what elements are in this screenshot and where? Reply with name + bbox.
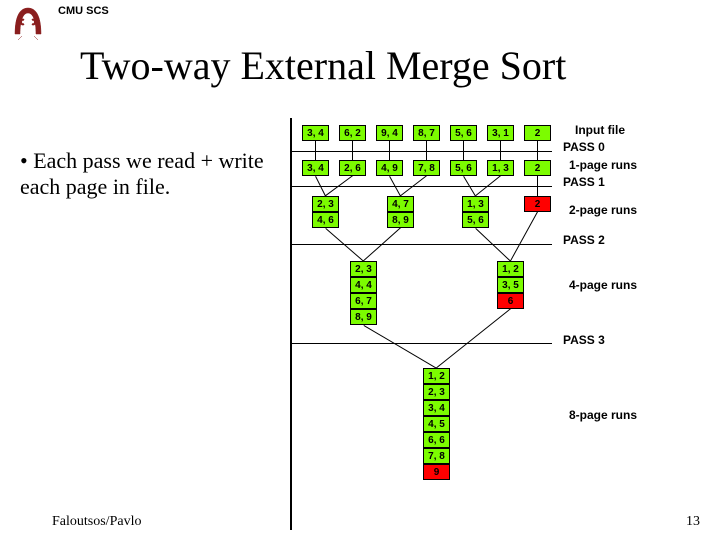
annotation-pass3: PASS 3: [563, 333, 605, 347]
data-cell: 2, 3: [423, 384, 450, 400]
pass-divider-line: [292, 244, 552, 245]
data-cell: 8, 9: [387, 212, 414, 228]
main-bullet: • Each pass we read + write each page in…: [20, 148, 290, 200]
connector-line: [510, 212, 538, 261]
data-cell: 2, 6: [339, 160, 366, 176]
data-cell: 1, 3: [487, 160, 514, 176]
data-cell: 3, 4: [302, 125, 329, 141]
data-cell: 1, 2: [423, 368, 450, 384]
data-cell: 4, 6: [312, 212, 339, 228]
data-cell: 6, 2: [339, 125, 366, 141]
annotation-runs1: 1-page runs: [569, 158, 637, 172]
cmu-logo-icon: [10, 4, 46, 40]
merge-sort-diagram: 3, 4 6, 2 9, 4 8, 7 5, 6 3, 1 2 3, 4 2, 6 4, 9 7, …: [290, 118, 720, 533]
data-cell: 6: [497, 293, 524, 309]
page-title: Two-way External Merge Sort: [80, 42, 566, 89]
data-cell: 4, 4: [350, 277, 377, 293]
connector-line: [436, 308, 511, 368]
data-cell: 5, 6: [450, 125, 477, 141]
annotation-pass0: PASS 0: [563, 140, 605, 154]
data-cell: 7, 8: [413, 160, 440, 176]
data-cell: 5, 6: [450, 160, 477, 176]
data-cell: 2: [524, 160, 551, 176]
data-cell: 2, 3: [350, 261, 377, 277]
data-cell: 3, 4: [423, 400, 450, 416]
data-cell: 9: [423, 464, 450, 480]
connector-line: [363, 325, 437, 369]
vertical-axis-line: [290, 118, 292, 530]
data-cell: 8, 7: [413, 125, 440, 141]
data-cell: 9, 4: [376, 125, 403, 141]
annotation-pass2: PASS 2: [563, 233, 605, 247]
data-cell: 3, 5: [497, 277, 524, 293]
header-org: CMU SCS: [58, 5, 109, 17]
data-cell: 2, 3: [312, 196, 339, 212]
footer-page-number: 13: [686, 514, 700, 530]
pass-divider-line: [292, 343, 552, 344]
data-cell: 4, 9: [376, 160, 403, 176]
data-cell: 4, 7: [387, 196, 414, 212]
footer-author: Faloutsos/Pavlo: [52, 514, 141, 530]
data-cell: 3, 4: [302, 160, 329, 176]
data-cell: 6, 6: [423, 432, 450, 448]
data-cell: 8, 9: [350, 309, 377, 325]
data-cell: 1, 3: [462, 196, 489, 212]
data-cell: 2: [524, 125, 551, 141]
data-cell: 6, 7: [350, 293, 377, 309]
data-cell: 5, 6: [462, 212, 489, 228]
annotation-pass1: PASS 1: [563, 175, 605, 189]
annotation-runs2: 2-page runs: [569, 203, 637, 217]
data-cell: 7, 8: [423, 448, 450, 464]
pass-divider-line: [292, 186, 552, 187]
data-cell: 4, 5: [423, 416, 450, 432]
annotation-runs8: 8-page runs: [569, 408, 637, 422]
annotation-runs4: 4-page runs: [569, 278, 637, 292]
pass-divider-line: [292, 151, 552, 152]
annotation-input: Input file: [575, 123, 625, 137]
data-cell: 1, 2: [497, 261, 524, 277]
data-cell: 3, 1: [487, 125, 514, 141]
data-cell: 2: [524, 196, 551, 212]
